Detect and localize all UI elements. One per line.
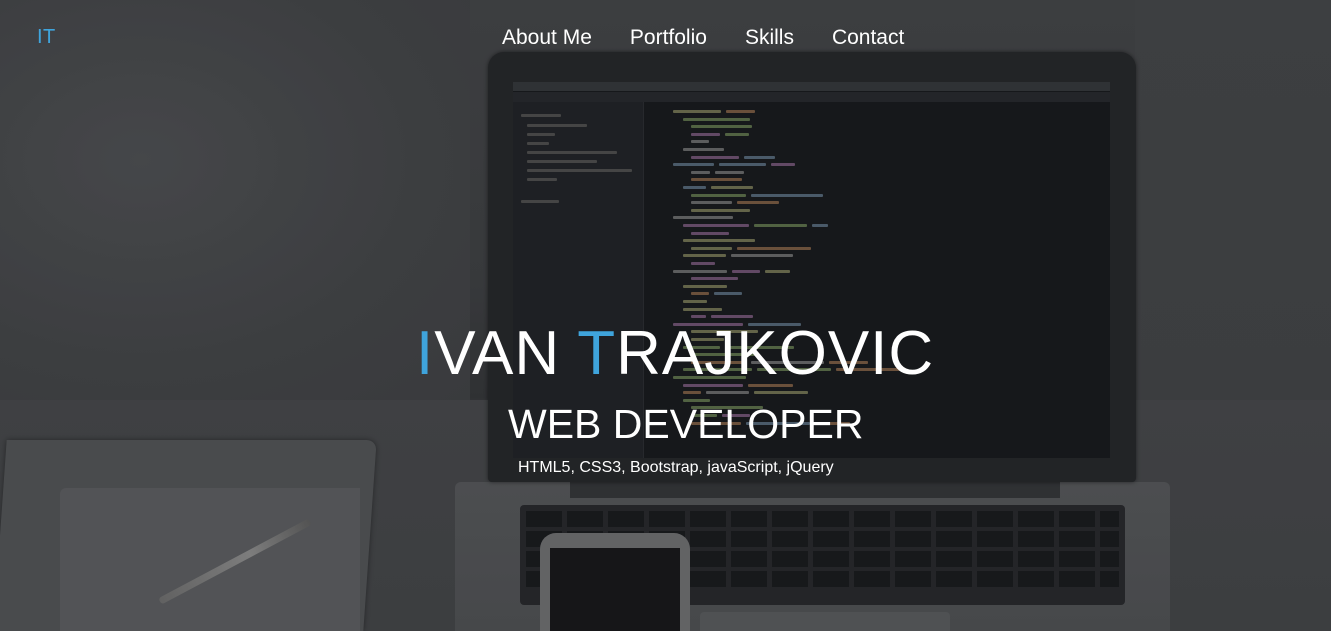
nav-link-portfolio[interactable]: Portfolio (611, 25, 726, 51)
nav-link-contact[interactable]: Contact (813, 25, 923, 51)
hero-skills: HTML5, CSS3, Bootstrap, javaScript, jQue… (518, 459, 834, 476)
nav-link-skills[interactable]: Skills (726, 25, 813, 51)
hero-dark-overlay (0, 0, 1331, 631)
name-first-initial: I (416, 319, 435, 388)
hero-name: IVAN TRAJKOVIC (416, 320, 934, 388)
nav-link-about-me[interactable]: About Me (483, 25, 611, 51)
hero-role: WEB DEVELOPER (508, 401, 864, 447)
name-last-initial: T (577, 319, 617, 388)
name-first-rest: VAN (434, 319, 578, 388)
hero-background (0, 0, 1331, 631)
main-nav: About Me Portfolio Skills Contact (483, 25, 923, 51)
brand-logo-link[interactable]: IT (37, 26, 56, 49)
name-last-rest: RAJKOVIC (616, 319, 935, 388)
